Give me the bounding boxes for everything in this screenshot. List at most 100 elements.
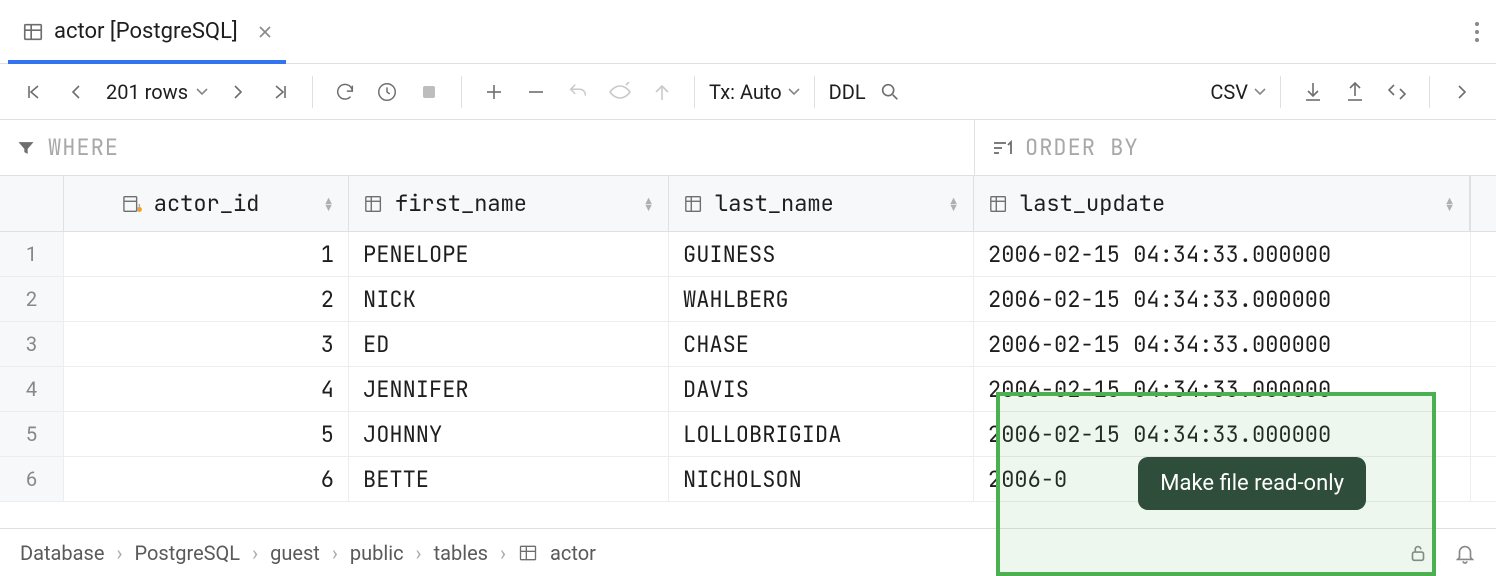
tab-actor[interactable]: actor [PostgreSQL] xyxy=(8,0,286,63)
cell-first-name[interactable]: JENNIFER xyxy=(349,367,669,411)
column-header-actor-id[interactable]: actor_id ▲▼ xyxy=(64,176,349,231)
row-number: 2 xyxy=(0,277,64,321)
cell-last-update[interactable]: 2006-02-15 04:34:33.000000 xyxy=(974,232,1470,276)
sort-indicator: ▲▼ xyxy=(643,197,654,211)
column-header-last-name[interactable]: last_name ▲▼ xyxy=(669,176,974,231)
delete-row-button[interactable] xyxy=(518,74,554,110)
cell-actor-id[interactable]: 6 xyxy=(64,457,349,501)
chevron-right-icon: › xyxy=(332,541,338,565)
breadcrumb-item[interactable]: actor xyxy=(550,541,596,565)
cell-last-update[interactable]: 2006-02-15 04:34:33.000000 xyxy=(974,412,1470,456)
chevron-down-icon xyxy=(1254,88,1266,96)
table-header: actor_id ▲▼ first_name ▲▼ last_name ▲▼ l… xyxy=(0,176,1496,232)
cell-last-name[interactable]: GUINESS xyxy=(669,232,974,276)
where-filter[interactable]: WHERE xyxy=(0,120,975,175)
row-number: 6 xyxy=(0,457,64,501)
cell-last-update[interactable]: 2006-02-15 04:34:33.000000 xyxy=(974,322,1470,366)
row-number: 4 xyxy=(0,367,64,411)
cell-last-name[interactable]: DAVIS xyxy=(669,367,974,411)
column-icon xyxy=(363,194,385,214)
expand-button[interactable] xyxy=(1444,74,1480,110)
next-page-button[interactable] xyxy=(220,74,256,110)
scrollbar-gutter xyxy=(1470,367,1496,411)
cell-first-name[interactable]: ED xyxy=(349,322,669,366)
breadcrumb-item[interactable]: Database xyxy=(20,541,104,565)
scrollbar-gutter xyxy=(1470,412,1496,456)
cell-first-name[interactable]: JOHNNY xyxy=(349,412,669,456)
filter-row: WHERE ORDER BY xyxy=(0,120,1496,176)
cell-first-name[interactable]: PENELOPE xyxy=(349,232,669,276)
chevron-right-icon: › xyxy=(416,541,422,565)
scrollbar-gutter xyxy=(1470,277,1496,321)
more-vert-icon[interactable] xyxy=(1466,13,1488,51)
chevron-right-icon: › xyxy=(252,541,258,565)
column-name: actor_id xyxy=(154,189,260,218)
refresh-button[interactable] xyxy=(327,74,363,110)
cell-last-name[interactable]: LOLLOBRIGIDA xyxy=(669,412,974,456)
stop-button[interactable] xyxy=(411,74,447,110)
column-name: last_update xyxy=(1020,189,1165,218)
column-header-first-name[interactable]: first_name ▲▼ xyxy=(349,176,669,231)
orderby-filter[interactable]: ORDER BY xyxy=(975,120,1496,175)
scrollbar-gutter xyxy=(1470,176,1496,231)
breadcrumb-item[interactable]: guest xyxy=(270,541,320,565)
table-row[interactable]: 33EDCHASE2006-02-15 04:34:33.000000 xyxy=(0,322,1496,367)
cell-last-name[interactable]: NICHOLSON xyxy=(669,457,974,501)
chevron-down-icon xyxy=(788,88,800,96)
rows-count[interactable]: 201 rows xyxy=(106,80,208,104)
tooltip: Make file read-only xyxy=(1138,457,1366,510)
ddl-button[interactable]: DDL xyxy=(829,80,866,104)
scrollbar-gutter xyxy=(1470,457,1496,501)
cell-last-update[interactable]: 2006-02-15 04:34:33.000000 xyxy=(974,277,1470,321)
sort-indicator: ▲▼ xyxy=(948,197,959,211)
export-format-dropdown[interactable]: CSV xyxy=(1210,80,1266,104)
row-number: 5 xyxy=(0,412,64,456)
cell-first-name[interactable]: BETTE xyxy=(349,457,669,501)
cell-last-update[interactable]: 2006-02-15 04:34:33.000000 xyxy=(974,367,1470,411)
cell-last-name[interactable]: CHASE xyxy=(669,322,974,366)
prev-page-button[interactable] xyxy=(58,74,94,110)
clock-button[interactable] xyxy=(369,74,405,110)
table-row[interactable]: 22NICKWAHLBERG2006-02-15 04:34:33.000000 xyxy=(0,277,1496,322)
gutter-corner xyxy=(0,176,64,231)
breadcrumb-item[interactable]: public xyxy=(350,541,404,565)
cell-actor-id[interactable]: 2 xyxy=(64,277,349,321)
last-page-button[interactable] xyxy=(262,74,298,110)
cell-first-name[interactable]: NICK xyxy=(349,277,669,321)
column-header-last-update[interactable]: last_update ▲▼ xyxy=(974,176,1470,231)
close-icon[interactable] xyxy=(258,25,272,39)
table-row[interactable]: 11PENELOPEGUINESS2006-02-15 04:34:33.000… xyxy=(0,232,1496,277)
download-button[interactable] xyxy=(1295,74,1331,110)
row-number: 3 xyxy=(0,322,64,366)
cell-actor-id[interactable]: 4 xyxy=(64,367,349,411)
scrollbar-gutter xyxy=(1470,322,1496,366)
sort-icon xyxy=(991,139,1013,157)
tab-bar: actor [PostgreSQL] xyxy=(0,0,1496,64)
scrollbar-gutter xyxy=(1470,232,1496,276)
first-page-button[interactable] xyxy=(16,74,52,110)
lock-toggle-button[interactable] xyxy=(1400,535,1436,571)
cell-actor-id[interactable]: 3 xyxy=(64,322,349,366)
add-row-button[interactable] xyxy=(476,74,512,110)
compare-button[interactable] xyxy=(1379,74,1415,110)
column-icon xyxy=(988,194,1010,214)
chevron-down-icon xyxy=(196,88,208,96)
breadcrumb-item[interactable]: PostgreSQL xyxy=(134,541,240,565)
cell-actor-id[interactable]: 1 xyxy=(64,232,349,276)
tx-mode-dropdown[interactable]: Tx: Auto xyxy=(709,80,800,104)
preview-button[interactable] xyxy=(602,74,638,110)
table-row[interactable]: 55JOHNNYLOLLOBRIGIDA2006-02-15 04:34:33.… xyxy=(0,412,1496,457)
cell-actor-id[interactable]: 5 xyxy=(64,412,349,456)
search-button[interactable] xyxy=(872,74,908,110)
table-row[interactable]: 44JENNIFERDAVIS2006-02-15 04:34:33.00000… xyxy=(0,367,1496,412)
upload-button[interactable] xyxy=(1337,74,1373,110)
revert-button[interactable] xyxy=(560,74,596,110)
breadcrumb-item[interactable]: tables xyxy=(434,541,488,565)
notifications-icon[interactable] xyxy=(1454,541,1476,565)
cell-last-name[interactable]: WAHLBERG xyxy=(669,277,974,321)
key-column-icon xyxy=(122,194,144,214)
orderby-label: ORDER BY xyxy=(1025,133,1139,162)
row-number: 1 xyxy=(0,232,64,276)
sort-indicator: ▲▼ xyxy=(323,197,334,211)
submit-button[interactable] xyxy=(644,74,680,110)
